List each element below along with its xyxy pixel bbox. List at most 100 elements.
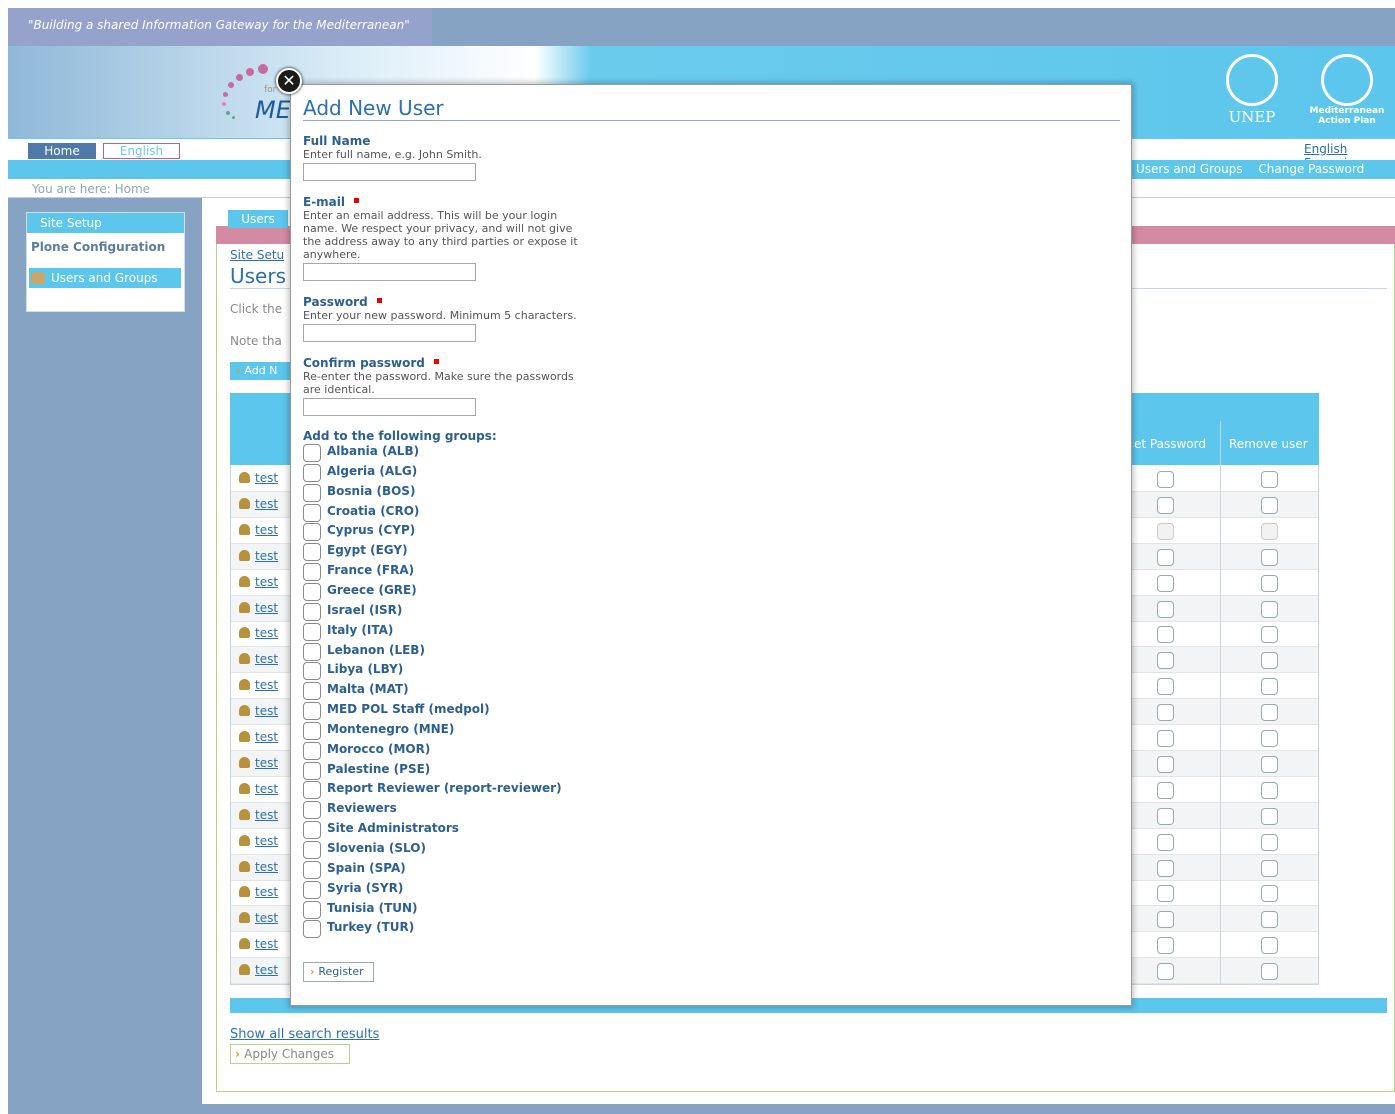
remove-user-checkbox[interactable] bbox=[1261, 496, 1278, 514]
user-link[interactable]: test bbox=[239, 937, 278, 951]
user-link[interactable]: test bbox=[239, 834, 278, 848]
group-checkbox[interactable] bbox=[303, 880, 321, 899]
change-password-link[interactable]: Change Password bbox=[1258, 162, 1364, 176]
reset-password-checkbox[interactable] bbox=[1157, 652, 1174, 670]
user-link[interactable]: test bbox=[239, 523, 278, 537]
user-link[interactable]: test bbox=[239, 963, 278, 977]
user-link[interactable]: test bbox=[239, 601, 278, 615]
group-checkbox[interactable] bbox=[303, 920, 321, 939]
password-field[interactable] bbox=[303, 324, 476, 342]
tab-users[interactable]: Users bbox=[228, 210, 288, 228]
user-link[interactable]: test bbox=[239, 678, 278, 692]
remove-user-checkbox[interactable] bbox=[1261, 600, 1278, 618]
remove-user-checkbox[interactable] bbox=[1261, 755, 1278, 773]
group-checkbox[interactable] bbox=[303, 523, 321, 542]
user-link[interactable]: test bbox=[239, 756, 278, 770]
show-all-link[interactable]: Show all search results bbox=[230, 1027, 379, 1042]
confirm-password-field[interactable] bbox=[303, 398, 476, 416]
reset-password-checkbox[interactable] bbox=[1157, 859, 1174, 877]
fullname-field[interactable] bbox=[303, 163, 476, 181]
group-checkbox[interactable] bbox=[303, 801, 321, 820]
remove-user-checkbox[interactable] bbox=[1261, 626, 1278, 644]
user-link[interactable]: test bbox=[239, 808, 278, 822]
reset-password-checkbox[interactable] bbox=[1157, 471, 1174, 488]
reset-password-checkbox[interactable] bbox=[1157, 548, 1174, 566]
group-checkbox[interactable] bbox=[303, 563, 321, 582]
reset-password-checkbox[interactable] bbox=[1157, 781, 1174, 799]
group-checkbox[interactable] bbox=[303, 761, 321, 780]
portlet-item-users-and-groups[interactable]: Users and Groups bbox=[29, 268, 181, 288]
reset-password-checkbox[interactable] bbox=[1157, 833, 1174, 851]
reset-password-checkbox[interactable] bbox=[1157, 522, 1174, 540]
user-link[interactable]: test bbox=[239, 911, 278, 925]
user-link[interactable]: test bbox=[239, 626, 278, 640]
add-user-button[interactable]: › Add N bbox=[230, 362, 294, 380]
remove-user-checkbox[interactable] bbox=[1261, 807, 1278, 825]
remove-user-checkbox[interactable] bbox=[1261, 471, 1278, 488]
register-button[interactable]: › Register bbox=[303, 962, 374, 982]
user-link[interactable]: test bbox=[239, 782, 278, 796]
user-link[interactable]: test bbox=[239, 575, 278, 589]
remove-user-checkbox[interactable] bbox=[1261, 574, 1278, 592]
group-checkbox[interactable] bbox=[303, 543, 321, 562]
close-button[interactable]: ✕ bbox=[276, 68, 302, 94]
remove-user-checkbox[interactable] bbox=[1261, 937, 1278, 955]
remove-user-checkbox[interactable] bbox=[1261, 911, 1278, 929]
reset-password-checkbox[interactable] bbox=[1157, 626, 1174, 644]
group-checkbox[interactable] bbox=[303, 622, 321, 641]
group-checkbox[interactable] bbox=[303, 781, 321, 800]
group-checkbox[interactable] bbox=[303, 483, 321, 502]
portlet-header[interactable]: Site Setup bbox=[27, 213, 184, 233]
group-checkbox[interactable] bbox=[303, 900, 321, 919]
email-field[interactable] bbox=[303, 263, 476, 281]
remove-user-checkbox[interactable] bbox=[1261, 833, 1278, 851]
user-link[interactable]: test bbox=[239, 652, 278, 666]
group-checkbox[interactable] bbox=[303, 741, 321, 760]
group-checkbox[interactable] bbox=[303, 682, 321, 701]
user-link[interactable]: test bbox=[239, 549, 278, 563]
remove-user-checkbox[interactable] bbox=[1261, 704, 1278, 722]
group-checkbox[interactable] bbox=[303, 582, 321, 601]
language-link-english[interactable]: English bbox=[1304, 142, 1347, 156]
group-checkbox[interactable] bbox=[303, 702, 321, 721]
remove-user-checkbox[interactable] bbox=[1261, 652, 1278, 670]
user-link[interactable]: test bbox=[239, 704, 278, 718]
reset-password-checkbox[interactable] bbox=[1157, 574, 1174, 592]
user-link[interactable]: test bbox=[239, 860, 278, 874]
users-and-groups-link[interactable]: Users and Groups bbox=[1136, 162, 1243, 176]
reset-password-checkbox[interactable] bbox=[1157, 963, 1174, 981]
remove-user-checkbox[interactable] bbox=[1261, 678, 1278, 696]
group-checkbox[interactable] bbox=[303, 444, 321, 462]
user-link[interactable]: test bbox=[239, 497, 278, 511]
reset-password-checkbox[interactable] bbox=[1157, 937, 1174, 955]
group-checkbox[interactable] bbox=[303, 642, 321, 661]
apply-changes-button[interactable]: › Apply Changes bbox=[230, 1044, 350, 1064]
remove-user-checkbox[interactable] bbox=[1261, 859, 1278, 877]
group-checkbox[interactable] bbox=[303, 662, 321, 681]
reset-password-checkbox[interactable] bbox=[1157, 704, 1174, 722]
remove-user-checkbox[interactable] bbox=[1261, 730, 1278, 747]
group-checkbox[interactable] bbox=[303, 503, 321, 522]
reset-password-checkbox[interactable] bbox=[1157, 730, 1174, 747]
remove-user-checkbox[interactable] bbox=[1261, 963, 1278, 981]
reset-password-checkbox[interactable] bbox=[1157, 496, 1174, 514]
group-checkbox[interactable] bbox=[303, 841, 321, 859]
remove-user-checkbox[interactable] bbox=[1261, 885, 1278, 903]
nav-tab-language[interactable]: English bbox=[103, 143, 180, 159]
group-checkbox[interactable] bbox=[303, 602, 321, 621]
group-checkbox[interactable] bbox=[303, 721, 321, 740]
user-link[interactable]: test bbox=[239, 885, 278, 899]
portlet-title[interactable]: Plone Configuration bbox=[31, 240, 165, 254]
group-checkbox[interactable] bbox=[303, 821, 321, 840]
reset-password-checkbox[interactable] bbox=[1157, 600, 1174, 618]
user-link[interactable]: test bbox=[239, 471, 278, 485]
remove-user-checkbox[interactable] bbox=[1261, 522, 1278, 540]
reset-password-checkbox[interactable] bbox=[1157, 755, 1174, 773]
site-setup-link[interactable]: Site Setu bbox=[230, 248, 284, 262]
reset-password-checkbox[interactable] bbox=[1157, 885, 1174, 903]
group-checkbox[interactable] bbox=[303, 860, 321, 879]
reset-password-checkbox[interactable] bbox=[1157, 911, 1174, 929]
user-link[interactable]: test bbox=[239, 730, 278, 744]
reset-password-checkbox[interactable] bbox=[1157, 807, 1174, 825]
reset-password-checkbox[interactable] bbox=[1157, 678, 1174, 696]
